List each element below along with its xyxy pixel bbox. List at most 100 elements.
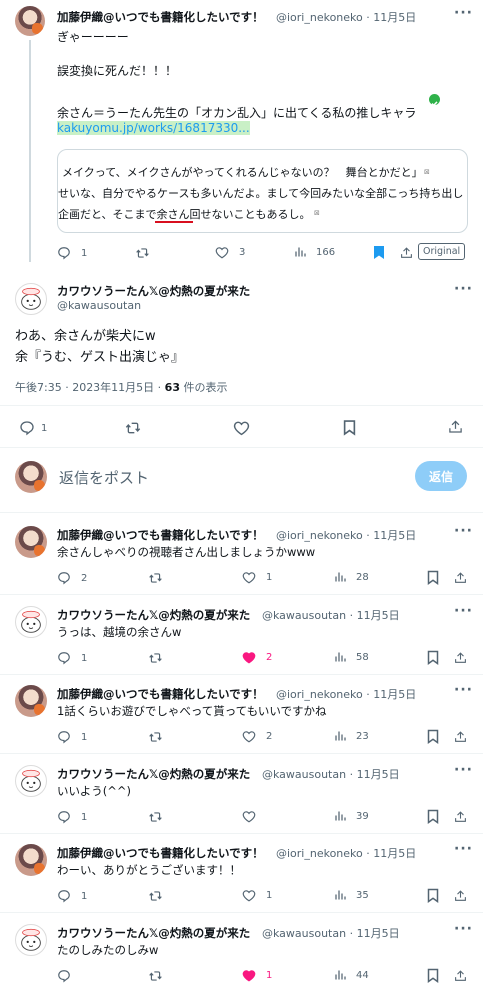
more-icon[interactable]: ··· <box>454 762 473 778</box>
like-action[interactable]: 3 <box>215 246 245 259</box>
more-icon[interactable]: ··· <box>454 682 473 698</box>
avatar[interactable] <box>15 685 47 717</box>
divider <box>0 447 483 448</box>
post-date[interactable]: 11月5日 <box>373 11 416 24</box>
share-icon[interactable] <box>454 888 467 907</box>
author-name[interactable]: 加藤伊織@いつでも書籍化したいです！ <box>57 9 264 25</box>
author-name[interactable]: 加藤伊織@いつでも書籍化したいです！ <box>57 845 264 861</box>
reply-row[interactable]: 加藤伊織@いつでも書籍化したいです！ @iori_nekoneko · 11月5日… <box>0 681 483 761</box>
views-action[interactable]: 166 <box>294 246 335 258</box>
reply-action[interactable]: 1 <box>57 730 87 744</box>
heart-icon <box>242 811 256 823</box>
reply-row[interactable]: 加藤伊織@いつでも書籍化したいです！ @iori_nekoneko · 11月5日… <box>0 840 483 920</box>
repost-action[interactable] <box>148 810 169 824</box>
reply-action[interactable] <box>57 969 81 983</box>
reply-submit-button[interactable]: 返信 <box>415 461 467 491</box>
author-name[interactable]: 加藤伊織@いつでも書籍化したいです！ <box>57 527 264 543</box>
post-date[interactable]: 11月5日 <box>373 529 416 542</box>
more-icon[interactable]: ··· <box>454 841 473 857</box>
views-action[interactable]: 58 <box>334 651 369 663</box>
bookmark-icon[interactable] <box>373 245 385 264</box>
avatar[interactable] <box>15 283 47 315</box>
reply-action[interactable]: 1 <box>57 651 87 665</box>
reply-row[interactable]: 加藤伊織@いつでも書籍化したいです！ @iori_nekoneko · 11月5日… <box>0 522 483 602</box>
author-handle[interactable]: @kawausoutan <box>262 768 346 781</box>
share-icon[interactable] <box>454 809 467 828</box>
post-date[interactable]: 11月5日 <box>357 768 400 781</box>
more-icon[interactable]: ··· <box>454 921 473 937</box>
share-icon[interactable] <box>454 650 467 669</box>
more-icon[interactable]: ··· <box>454 281 473 297</box>
reply-action[interactable]: 1 <box>57 889 87 903</box>
author-handle[interactable]: @kawausoutan <box>262 609 346 622</box>
author-handle[interactable]: @iori_nekoneko <box>276 847 363 860</box>
like-action[interactable]: 1 <box>242 571 272 584</box>
share-icon[interactable] <box>400 245 413 264</box>
avatar[interactable] <box>15 765 47 797</box>
post-link[interactable]: kakuyomu.jp/works/16817330... <box>57 121 250 135</box>
author-name[interactable]: カワウソうーたん𝕏@灼熱の夏が来た <box>57 607 250 623</box>
avatar[interactable] <box>15 924 47 956</box>
like-action[interactable]: 1 <box>242 969 272 982</box>
share-icon[interactable] <box>454 968 467 984</box>
reply-row[interactable]: カワウソうーたん𝕏@灼熱の夏が来た @kawausoutan · 11月5日 ···… <box>0 761 483 841</box>
bookmark-icon[interactable] <box>427 729 439 748</box>
like-action[interactable] <box>242 810 266 823</box>
post-date[interactable]: 11月5日 <box>357 927 400 940</box>
views-action[interactable]: 44 <box>334 969 369 981</box>
bookmark-icon[interactable] <box>343 419 356 440</box>
reply-action[interactable]: 2 <box>57 571 87 585</box>
original-button[interactable]: Original <box>418 243 466 260</box>
bookmark-icon[interactable] <box>427 570 439 589</box>
post-date[interactable]: 11月5日 <box>373 688 416 701</box>
like-action[interactable]: 2 <box>242 730 272 743</box>
more-icon[interactable]: ··· <box>454 603 473 619</box>
author-name[interactable]: カワウソうーたん𝕏@灼熱の夏が来た <box>57 283 250 299</box>
author-name[interactable]: カワウソうーたん𝕏@灼熱の夏が来た <box>57 925 250 941</box>
reply-input[interactable]: 返信をポスト <box>59 467 149 488</box>
author-handle[interactable]: @iori_nekoneko <box>276 11 363 24</box>
author-handle[interactable]: @kawausoutan <box>57 299 141 312</box>
timestamp-text[interactable]: 午後7:35 · 2023年11月5日 · <box>15 381 165 394</box>
more-icon[interactable]: ··· <box>454 523 473 539</box>
repost-icon[interactable] <box>124 420 142 440</box>
repost-action[interactable] <box>148 969 169 983</box>
like-action[interactable]: 1 <box>242 889 272 902</box>
avatar[interactable] <box>15 6 45 36</box>
reply-action[interactable]: 1 <box>57 810 87 824</box>
post-date[interactable]: 11月5日 <box>373 847 416 860</box>
avatar[interactable] <box>15 844 47 876</box>
repost-action[interactable] <box>148 889 169 903</box>
bookmark-icon[interactable] <box>427 968 439 984</box>
repost-action[interactable] <box>148 571 169 585</box>
views-action[interactable]: 28 <box>334 571 369 583</box>
reply-action[interactable]: 1 <box>19 420 47 436</box>
bookmark-icon[interactable] <box>427 888 439 907</box>
like-action[interactable]: 2 <box>242 651 272 664</box>
reply-action[interactable]: 1 <box>57 246 87 260</box>
repost-action[interactable] <box>148 651 169 665</box>
author-name[interactable]: 加藤伊織@いつでも書籍化したいです！ <box>57 686 264 702</box>
avatar[interactable] <box>15 606 47 638</box>
author-handle[interactable]: @iori_nekoneko <box>276 688 363 701</box>
bookmark-icon[interactable] <box>427 650 439 669</box>
share-icon[interactable] <box>448 419 463 439</box>
bookmark-icon[interactable] <box>427 809 439 828</box>
post-date[interactable]: 11月5日 <box>357 609 400 622</box>
avatar[interactable] <box>15 526 47 558</box>
more-icon[interactable]: ··· <box>454 5 473 21</box>
author-handle[interactable]: @iori_nekoneko <box>276 529 363 542</box>
heart-icon[interactable] <box>233 420 250 440</box>
reply-row[interactable]: カワウソうーたん𝕏@灼熱の夏が来た @kawausoutan · 11月5日 ···… <box>0 602 483 682</box>
views-action[interactable]: 39 <box>334 810 369 822</box>
quote-card[interactable]: メイクって、メイクさんがやってくれるんじゃないの？ 舞台とかだと」 ⊠ せいな、… <box>57 149 468 233</box>
repost-action[interactable] <box>135 246 156 260</box>
views-action[interactable]: 23 <box>334 730 369 742</box>
author-handle[interactable]: @kawausoutan <box>262 927 346 940</box>
repost-action[interactable] <box>148 730 169 744</box>
share-icon[interactable] <box>454 570 467 589</box>
author-name[interactable]: カワウソうーたん𝕏@灼熱の夏が来た <box>57 766 250 782</box>
share-icon[interactable] <box>454 729 467 748</box>
views-action[interactable]: 35 <box>334 889 369 901</box>
reply-row[interactable]: カワウソうーたん𝕏@灼熱の夏が来た @kawausoutan · 11月5日 ···… <box>0 920 483 984</box>
